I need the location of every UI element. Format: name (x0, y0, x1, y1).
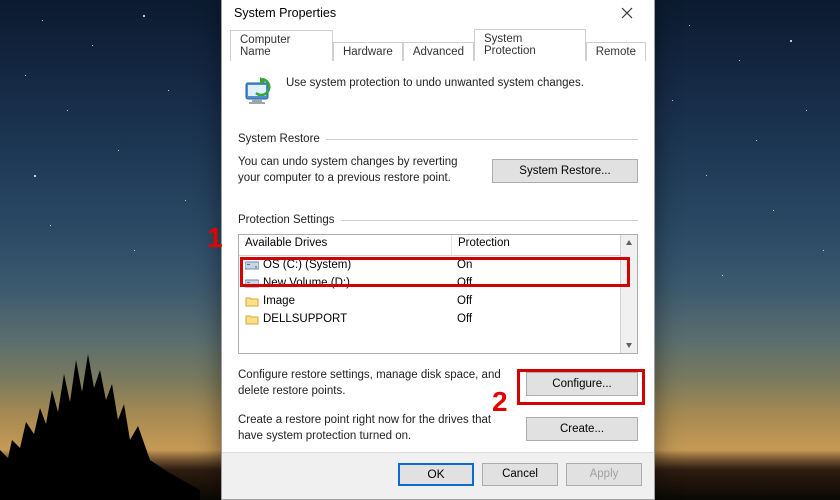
folder-icon (245, 313, 259, 325)
create-button[interactable]: Create... (526, 417, 638, 441)
drive-name: Image (263, 295, 295, 307)
divider (326, 139, 638, 140)
annotation-number-2: 2 (492, 388, 508, 416)
folder-icon (245, 295, 259, 307)
intro: Use system protection to undo unwanted s… (236, 69, 640, 123)
system-restore-button[interactable]: System Restore... (492, 159, 638, 183)
tab-computer-name[interactable]: Computer Name (230, 30, 333, 61)
annotation-number-1: 1 (207, 224, 223, 252)
system-restore-desc: You can undo system changes by reverting… (238, 155, 482, 186)
titlebar[interactable]: System Properties (222, 0, 654, 28)
drive-protection: Off (451, 312, 620, 326)
tree-silhouette (0, 330, 200, 500)
system-properties-dialog: System Properties Computer Name Hardware… (221, 0, 655, 500)
divider (341, 220, 638, 221)
create-desc: Create a restore point right now for the… (238, 413, 516, 444)
window-title: System Properties (234, 6, 336, 20)
close-icon (621, 7, 633, 19)
ok-button[interactable]: OK (398, 463, 474, 486)
scroll-down-button[interactable] (621, 337, 637, 353)
list-header: Available Drives Protection (239, 235, 620, 256)
tabbar: Computer Name Hardware Advanced System P… (230, 28, 646, 61)
system-protection-icon (242, 75, 276, 109)
protection-settings-title: Protection Settings (238, 214, 335, 226)
drives-listbox[interactable]: Available Drives Protection OS (C:) (Sys… (238, 234, 638, 354)
tab-remote[interactable]: Remote (586, 42, 646, 61)
desktop-wallpaper: System Properties Computer Name Hardware… (0, 0, 840, 500)
annotation-box-1 (240, 257, 630, 287)
protection-settings-group: Protection Settings Available Drives Pro… (238, 214, 638, 444)
cancel-button[interactable]: Cancel (482, 463, 558, 486)
tab-hardware[interactable]: Hardware (333, 42, 403, 61)
system-restore-title: System Restore (238, 133, 320, 145)
col-protection[interactable]: Protection (452, 235, 620, 255)
list-item[interactable]: Image Off (239, 292, 620, 310)
drive-protection: Off (451, 294, 620, 308)
tab-system-protection[interactable]: System Protection (474, 29, 586, 61)
scroll-up-button[interactable] (621, 235, 637, 251)
col-drives[interactable]: Available Drives (239, 235, 452, 255)
dialog-footer: OK Cancel Apply (222, 452, 654, 499)
apply-button[interactable]: Apply (566, 463, 642, 486)
list-item[interactable]: DELLSUPPORT Off (239, 310, 620, 328)
configure-desc: Configure restore settings, manage disk … (238, 368, 516, 399)
tab-advanced[interactable]: Advanced (403, 42, 474, 61)
intro-text: Use system protection to undo unwanted s… (286, 75, 584, 109)
drive-name: DELLSUPPORT (263, 313, 347, 325)
close-button[interactable] (610, 1, 644, 25)
system-restore-group: System Restore You can undo system chang… (238, 133, 638, 186)
annotation-box-2 (517, 369, 645, 405)
scrollbar[interactable] (620, 235, 637, 353)
